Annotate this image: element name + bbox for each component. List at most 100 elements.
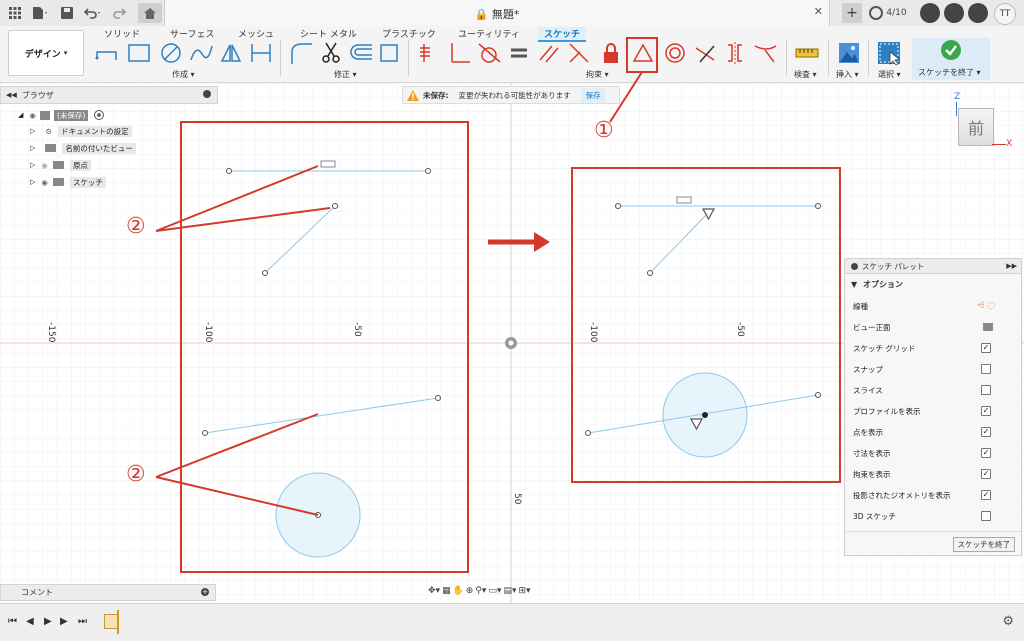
sketch-point[interactable] <box>815 203 821 209</box>
display-settings-icon[interactable]: ▭▾ <box>488 586 501 596</box>
sketch-point[interactable] <box>202 430 208 436</box>
grid-snap-icon[interactable]: ▤▾ <box>503 586 516 596</box>
sketch-point[interactable] <box>332 203 338 209</box>
view-cube[interactable]: Z 前 X <box>946 92 1020 154</box>
sketch-line[interactable] <box>204 397 439 434</box>
expand-triangle-icon[interactable]: ▷ <box>30 161 35 169</box>
play-icon[interactable]: ▶ <box>44 616 52 627</box>
tree-item-label: (未保存) <box>53 109 89 121</box>
browser-panel-header[interactable]: ◀◀ ブラウザ <box>0 86 218 104</box>
palette-row-show-dimensions[interactable]: 寸法を表示 ✓ <box>853 444 1013 462</box>
sketch-point[interactable] <box>226 168 232 174</box>
expand-arrows-icon[interactable]: ▶▶ <box>1006 262 1017 270</box>
palette-divider <box>845 531 1021 532</box>
palette-title: スケッチ パレット <box>862 261 925 271</box>
zoom-window-icon[interactable]: ⊕ <box>466 586 474 596</box>
palette-row-show-profile[interactable]: プロファイルを表示 ✓ <box>853 402 1013 420</box>
timeline-marker[interactable] <box>117 610 119 634</box>
navigation-toolbar: ✥▾ ▦ ✋ ⊕ ⚲▾ ▭▾ ▤▾ ⊞▾ <box>428 582 596 600</box>
arrow-right-icon <box>534 232 550 252</box>
tree-item-origin[interactable]: ▷ ◉ 原点 <box>30 159 91 171</box>
palette-row-show-points[interactable]: 点を表示 ✓ <box>853 423 1013 441</box>
go-to-start-icon[interactable]: ⏮ <box>8 616 17 627</box>
sketch-point[interactable] <box>425 168 431 174</box>
step-back-icon[interactable]: ◀ <box>26 616 34 627</box>
orbit-icon[interactable]: ✥▾ <box>428 586 440 596</box>
expand-triangle-icon[interactable]: ▷ <box>30 144 35 152</box>
expand-triangle-icon[interactable]: ▷ <box>30 178 35 186</box>
palette-row-snap[interactable]: スナップ <box>853 360 1013 378</box>
collapse-triangle-icon[interactable]: ▼ <box>851 280 857 289</box>
palette-row-slice[interactable]: スライス <box>853 381 1013 399</box>
palette-row-label: ビュー正面 <box>853 322 891 332</box>
palette-finish-sketch-button[interactable]: スケッチを終了 <box>952 537 1015 552</box>
go-to-end-icon[interactable]: ⏭ <box>78 616 87 627</box>
pan-hand-icon[interactable]: ✋ <box>453 586 464 596</box>
view-cube-front-face[interactable]: 前 <box>958 108 994 146</box>
viewports-icon[interactable]: ⊞▾ <box>519 586 531 596</box>
sketch-palette: スケッチ パレット ▶▶ ▼ オプション 線種 ⩤ ◌ ビュー正面 スケッチ グ… <box>844 258 1022 556</box>
palette-row-look-at[interactable]: ビュー正面 <box>853 318 1013 336</box>
checkbox-show-constraints[interactable]: ✓ <box>981 469 991 479</box>
construction-line-icon[interactable]: ⩤ ◌ <box>977 301 995 311</box>
sketch-point[interactable] <box>435 395 441 401</box>
look-at-icon[interactable] <box>983 323 993 331</box>
timeline-settings-gear-icon[interactable]: ⚙ <box>1002 614 1014 629</box>
folder-icon <box>52 178 64 186</box>
horizontal-constraint-glyph[interactable] <box>676 196 692 204</box>
look-at-icon[interactable]: ▦ <box>442 586 451 596</box>
annotation-number-1: ① <box>594 118 614 143</box>
expand-triangle-icon[interactable]: ▷ <box>30 127 35 135</box>
palette-row-grid[interactable]: スケッチ グリッド ✓ <box>853 339 1013 357</box>
expand-triangle-icon[interactable]: ◢ <box>18 111 23 119</box>
tree-item-root[interactable]: ◢ ◉ (未保存) <box>18 109 105 121</box>
minimize-icon[interactable] <box>203 90 211 98</box>
annotation-number-2: ② <box>126 462 146 487</box>
palette-row-3d-sketch[interactable]: 3D スケッチ <box>853 507 1013 525</box>
checkbox-slice[interactable] <box>981 385 991 395</box>
checkbox-projected-geometry[interactable]: ✓ <box>981 490 991 500</box>
options-section-header[interactable]: ▼ オプション <box>851 279 903 290</box>
step-forward-icon[interactable]: ▶ <box>60 616 68 627</box>
options-section-title: オプション <box>862 280 903 289</box>
tree-item-sketches[interactable]: ▷ ◉ スケッチ <box>30 176 106 188</box>
sketch-point[interactable] <box>815 392 821 398</box>
palette-row-projected-geometry[interactable]: 投影されたジオメトリを表示 ✓ <box>853 486 1013 504</box>
checkbox-snap[interactable] <box>981 364 991 374</box>
checkbox-show-dimensions[interactable]: ✓ <box>981 448 991 458</box>
minimize-icon[interactable] <box>851 262 858 270</box>
save-button[interactable]: 保存 <box>580 87 606 103</box>
palette-row-label: プロファイルを表示 <box>853 406 921 416</box>
comments-panel-header[interactable]: コメント + <box>0 584 216 601</box>
checkbox-grid[interactable]: ✓ <box>981 343 991 353</box>
palette-row-linetype[interactable]: 線種 ⩤ ◌ <box>853 297 1013 315</box>
sketch-point[interactable] <box>615 203 621 209</box>
palette-row-show-constraints[interactable]: 拘束を表示 ✓ <box>853 465 1013 483</box>
annotation-number-2: ② <box>126 214 146 239</box>
horizontal-constraint-glyph[interactable] <box>320 160 336 168</box>
palette-row-label: 投影されたジオメトリを表示 <box>853 490 951 500</box>
eye-icon[interactable]: ◉ <box>41 178 48 187</box>
checkbox-3d-sketch[interactable] <box>981 511 991 521</box>
zoom-icon[interactable]: ⚲▾ <box>475 586 486 596</box>
axis-x-label: X <box>1006 139 1013 149</box>
symmetry-constraint-glyph[interactable] <box>701 208 716 221</box>
checkbox-show-profile[interactable]: ✓ <box>981 406 991 416</box>
palette-header[interactable]: スケッチ パレット ▶▶ <box>845 259 1021 274</box>
sketch-point[interactable] <box>585 430 591 436</box>
tree-item-document-settings[interactable]: ▷ ⚙ ドキュメントの設定 <box>30 125 132 137</box>
unsaved-warning-bar: 未保存: 変更が失われる可能性があります 保存 <box>402 86 620 104</box>
sketch-line[interactable] <box>649 212 709 274</box>
tree-item-named-views[interactable]: ▷ 名前の付いたビュー <box>30 142 136 154</box>
circle-center-point[interactable] <box>702 412 708 418</box>
palette-row-label: スライス <box>853 385 883 395</box>
collapse-arrows-icon[interactable]: ◀◀ <box>6 91 17 99</box>
folder-icon <box>45 144 57 152</box>
sketch-point[interactable] <box>647 270 653 276</box>
add-comment-icon[interactable]: + <box>201 588 209 596</box>
sketch-point[interactable] <box>262 270 268 276</box>
eye-icon[interactable]: ◉ <box>29 111 36 120</box>
checkbox-show-points[interactable]: ✓ <box>981 427 991 437</box>
eye-hidden-icon[interactable]: ◉ <box>41 161 48 170</box>
activate-radio-icon[interactable] <box>94 110 105 120</box>
